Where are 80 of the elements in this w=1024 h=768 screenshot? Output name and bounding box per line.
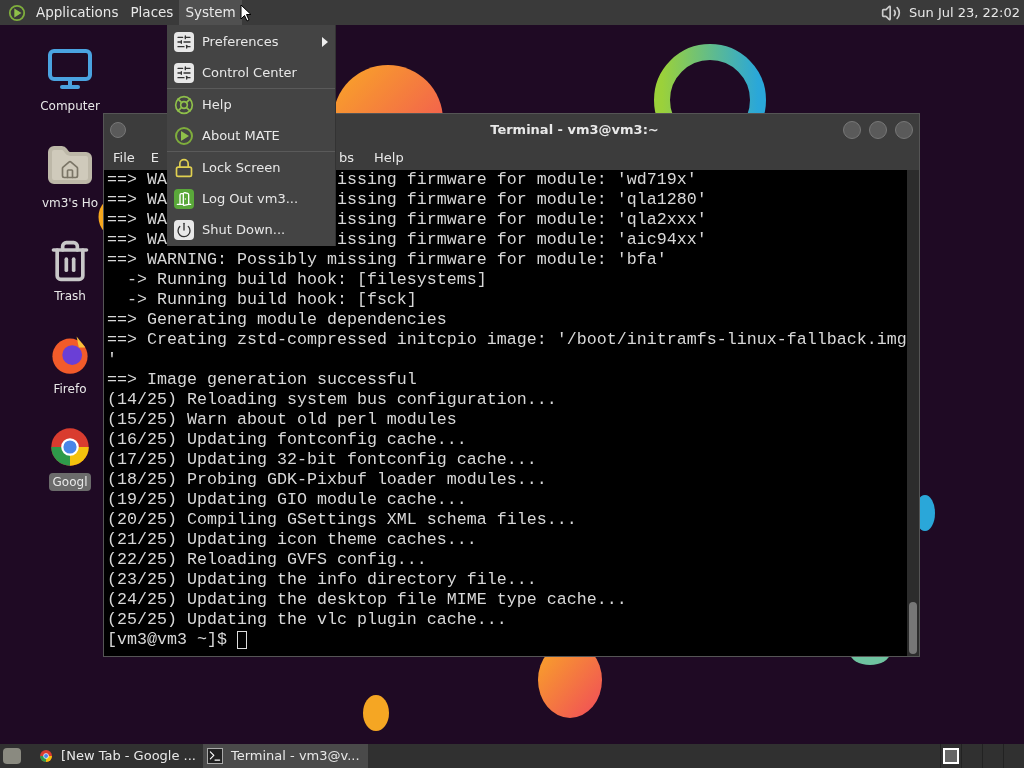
desktop-icon-label[interactable]: Googl [48, 473, 92, 491]
oval-shape [363, 695, 389, 731]
lifebuoy-icon [174, 94, 194, 115]
minimize-button[interactable] [843, 120, 861, 139]
terminal-line: (16/25) Updating fontconfig cache... [107, 430, 467, 450]
taskbar-button[interactable]: [New Tab - Google ... [35, 744, 200, 768]
terminal-prompt: [vm3@vm3 ~]$ [107, 630, 227, 650]
menu-item[interactable]: Log Out vm3... [167, 183, 335, 214]
menu-item[interactable]: About MATE [167, 120, 335, 151]
panel-menu[interactable]: Places [124, 0, 180, 25]
desktop-icon-label[interactable]: Computer [36, 97, 104, 115]
maximize-button[interactable] [869, 120, 887, 139]
terminal-line: (23/25) Updating the info directory file... [107, 570, 537, 590]
menu-item-label: About MATE [202, 126, 281, 145]
window-menu-item[interactable]: Help [374, 147, 404, 168]
menu-item-label: Shut Down... [202, 220, 287, 239]
close-button[interactable] [895, 120, 913, 139]
window-title: Terminal - vm3@vm3:~ [490, 120, 659, 139]
menu-item[interactable]: Preferences [167, 26, 335, 57]
terminal-line: -> Running build hook: [filesystems] [126, 270, 487, 290]
terminal-line: (21/25) Updating icon theme caches... [107, 530, 477, 550]
desktop-icon-label[interactable]: Trash [50, 287, 90, 305]
window-menu-button[interactable] [110, 121, 126, 138]
window-menu-item[interactable]: bs [339, 147, 354, 168]
terminal-line: issing firmware for module: 'aic94xx' [336, 230, 707, 250]
workspace-switcher-cell[interactable] [940, 744, 961, 768]
terminal-line: ==> WA [107, 210, 167, 230]
panel-menu[interactable]: System [179, 0, 242, 25]
terminal-line: (25/25) Updating the vlc plugin cache... [107, 610, 507, 630]
terminal-icon [207, 748, 223, 764]
mouse-cursor-icon [240, 4, 252, 22]
terminal-line: issing firmware for module: 'wd719x' [336, 170, 697, 190]
menu-item-label: Log Out vm3... [202, 189, 300, 208]
taskbar-button[interactable]: Terminal - vm3@v... [203, 744, 368, 768]
volume-icon[interactable] [881, 2, 902, 23]
menu-item[interactable]: Lock Screen [167, 152, 335, 183]
menu-item-label: Preferences [202, 32, 280, 51]
power-icon [174, 219, 194, 240]
terminal-line: (17/25) Updating 32-bit fontconfig cache... [107, 450, 537, 470]
terminal-line: ==> WA [107, 170, 167, 190]
terminal-line: ==> Image generation successful [107, 370, 417, 390]
menu-item-label: Control Center [202, 63, 298, 82]
terminal-line: (14/25) Reloading system bus configuration... [107, 390, 557, 410]
terminal-line: (24/25) Updating the desktop file MIME type cache... [107, 590, 627, 610]
door-icon [174, 188, 194, 209]
clock[interactable]: Sun Jul 23, 22:02 [909, 2, 1020, 23]
menu-item[interactable]: Help [167, 89, 335, 120]
terminal-line: (20/25) Compiling GSettings XML schema files... [107, 510, 577, 530]
terminal-line: (22/25) Reloading GVFS config... [107, 550, 427, 570]
terminal-line: ' [107, 350, 117, 370]
terminal-line: -> Running build hook: [fsck] [126, 290, 417, 310]
sliders-icon [174, 62, 194, 83]
show-desktop-button[interactable] [3, 748, 21, 764]
circle-logo-icon [48, 425, 92, 469]
scrollbar[interactable] [906, 170, 919, 656]
window-menu-item[interactable]: File [113, 147, 135, 168]
terminal-line: ==> Generating module dependencies [107, 310, 447, 330]
panel-menu[interactable]: Applications [30, 0, 125, 25]
terminal-line: (18/25) Probing GDK-Pixbuf loader modules... [107, 470, 547, 490]
terminal-line: issing firmware for module: 'qla2xxx' [336, 210, 707, 230]
play-circle-icon [174, 125, 194, 146]
circle-logo-icon [39, 748, 54, 764]
desktop-icon-label[interactable]: Firefo [49, 380, 91, 398]
menu-item[interactable]: Shut Down... [167, 214, 335, 245]
menu-item-label: Help [202, 95, 233, 114]
menu-item[interactable]: Control Center [167, 57, 335, 88]
menu-logo-icon [8, 3, 26, 22]
terminal-line: (19/25) Updating GIO module cache... [107, 490, 467, 510]
terminal-line: issing firmware for module: 'qla1280' [336, 190, 707, 210]
window-menu-item[interactable]: E [150, 147, 159, 168]
terminal-line: ==> WARNING: Possibly missing firmware for module: 'bfa' [107, 250, 667, 270]
text-cursor [236, 631, 247, 649]
terminal-line: ==> WA [107, 190, 167, 210]
sliders-icon [174, 31, 194, 52]
menu-item-label: Lock Screen [202, 158, 282, 177]
desktop-icon-label[interactable]: vm3's Ho [37, 194, 103, 212]
terminal-line: (15/25) Warn about old perl modules [107, 410, 457, 430]
terminal-line: ==> Creating zstd-compressed initcpio image: '/boot/initramfs-linux-fallback.img [107, 330, 907, 350]
terminal-line: ==> WA [107, 230, 167, 250]
lock-icon [174, 157, 194, 178]
